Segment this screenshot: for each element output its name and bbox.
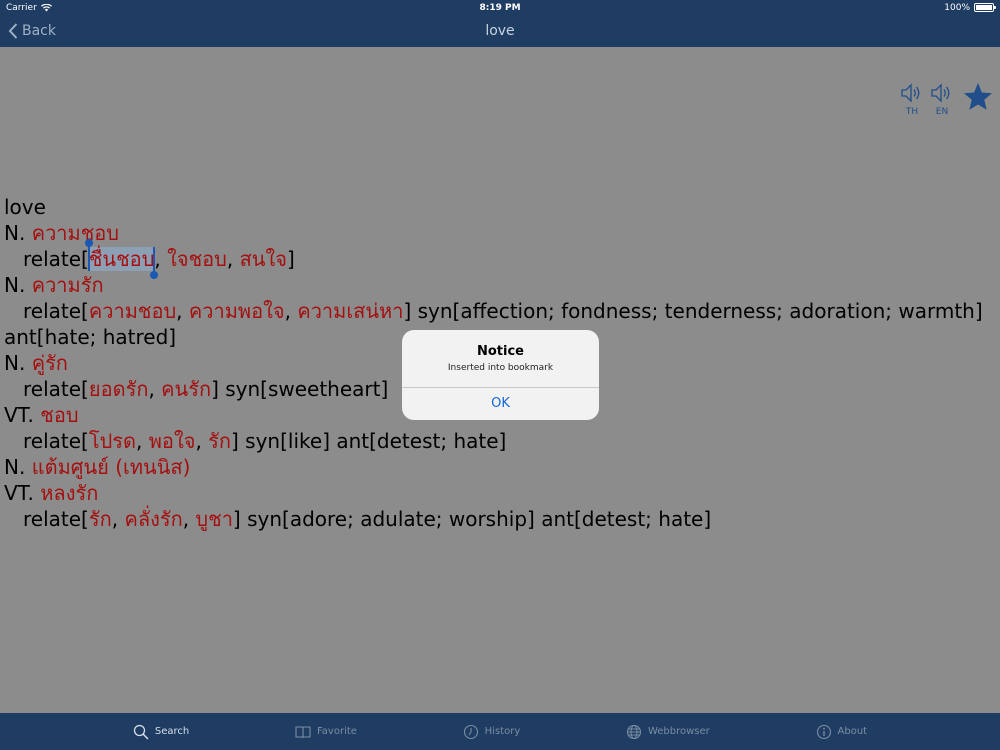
separator: , bbox=[111, 507, 125, 531]
audio-controls: TH EN bbox=[900, 81, 994, 117]
relate-label: relate[ bbox=[23, 299, 89, 323]
chevron-left-icon bbox=[8, 23, 18, 39]
pos-label: N. bbox=[4, 455, 26, 479]
thai-related-word: ความเสน่หา bbox=[297, 299, 404, 323]
separator: , bbox=[148, 377, 162, 401]
alert-title: Notice bbox=[476, 344, 524, 359]
tab-webbrowser[interactable]: Webbrowser bbox=[626, 724, 710, 740]
selection-end-handle[interactable] bbox=[150, 247, 159, 279]
tab-history[interactable]: History bbox=[463, 724, 521, 740]
info-icon bbox=[816, 724, 831, 739]
thai-translation: แต้มศูนย์ (เทนนิส) bbox=[31, 455, 191, 479]
tab-about[interactable]: About bbox=[816, 724, 868, 740]
page-title: love bbox=[485, 23, 515, 39]
tab-label: Webbrowser bbox=[647, 726, 710, 737]
synonyms: ] syn[affection; fondness; tenderness; a… bbox=[403, 299, 983, 323]
selected-text[interactable]: ชื่นชอบ bbox=[84, 239, 159, 279]
selected-word: ชื่นชอบ bbox=[88, 247, 155, 271]
thai-related-word: พอใจ bbox=[148, 429, 196, 453]
star-icon[interactable] bbox=[962, 81, 994, 113]
thai-related-word: ความพอใจ bbox=[188, 299, 285, 323]
thai-related-word: คนรัก bbox=[161, 377, 212, 401]
ok-button[interactable]: OK bbox=[402, 388, 599, 420]
navigation-bar: Back love bbox=[0, 15, 1000, 47]
separator: , bbox=[226, 247, 240, 271]
pos-label: N. bbox=[4, 351, 26, 375]
thai-related-word: รัก bbox=[88, 507, 112, 531]
synonyms: ] syn[sweetheart] bbox=[211, 377, 389, 401]
selection-start-handle[interactable] bbox=[84, 239, 93, 271]
pos-label: VT. bbox=[4, 481, 34, 505]
synonyms: ] syn[like] ant[detest; hate] bbox=[231, 429, 507, 453]
pos-label: VT. bbox=[4, 403, 34, 427]
tab-label: History bbox=[484, 726, 521, 737]
thai-translation: ความรัก bbox=[31, 273, 104, 297]
search-icon bbox=[133, 724, 149, 740]
carrier-group: Carrier bbox=[6, 3, 944, 13]
relate-label: relate[ bbox=[23, 507, 89, 531]
battery-percent: 100% bbox=[944, 2, 970, 13]
thai-translation: หลงรัก bbox=[40, 481, 99, 505]
notice-alert: Notice Inserted into bookmark OK bbox=[402, 330, 599, 420]
carrier-label: Carrier bbox=[6, 2, 37, 13]
headword: love bbox=[4, 195, 46, 219]
thai-related-word: สนใจ bbox=[239, 247, 287, 271]
thai-translation: คู่รัก bbox=[31, 351, 68, 375]
speaker-icon bbox=[931, 83, 950, 103]
back-label: Back bbox=[22, 23, 56, 39]
battery-icon bbox=[974, 3, 996, 12]
speak-english-button[interactable]: EN bbox=[930, 81, 954, 117]
separator: , bbox=[154, 247, 168, 271]
relate-close: ] bbox=[286, 247, 295, 271]
speak-english-label: EN bbox=[935, 107, 949, 117]
relate-line: relate[ความชอบ, ความพอใจ, ความเสน่หา] sy… bbox=[4, 298, 994, 324]
separator: , bbox=[182, 507, 196, 531]
tab-label: About bbox=[837, 726, 868, 737]
wifi-icon bbox=[40, 3, 52, 11]
globe-icon bbox=[626, 724, 642, 739]
speaker-icon bbox=[901, 83, 920, 103]
tab-label: Search bbox=[154, 726, 190, 737]
tab-favorite[interactable]: Favorite bbox=[295, 724, 357, 740]
thai-related-word: คลั่งรัก bbox=[124, 507, 183, 531]
speak-thai-label: TH bbox=[905, 107, 919, 117]
battery-group: 100% bbox=[944, 2, 996, 13]
pos-label: N. bbox=[4, 221, 26, 245]
sense-line: N. แต้มศูนย์ (เทนนิส) bbox=[4, 454, 994, 480]
relate-line: relate[โปรด, พอใจ, รัก] syn[like] ant[de… bbox=[4, 428, 994, 454]
pos-label: N. bbox=[4, 273, 26, 297]
thai-related-word: โปรด bbox=[88, 429, 137, 453]
thai-related-word: ยอดรัก bbox=[88, 377, 149, 401]
relate-line: relate[รัก, คลั่งรัก, บูชา] syn[adore; a… bbox=[4, 506, 994, 532]
relate-label: relate[ bbox=[23, 429, 89, 453]
relate-line: relate[ชื่นชอบ, ใจชอบ, สนใจ] bbox=[4, 239, 994, 279]
separator: , bbox=[176, 299, 189, 323]
synonyms: ] syn[adore; adulate; worship] ant[detes… bbox=[232, 507, 712, 531]
separator: , bbox=[195, 429, 209, 453]
thai-related-word: ใจชอบ bbox=[167, 247, 227, 271]
thai-translation: ชอบ bbox=[40, 403, 79, 427]
thai-related-word: รัก bbox=[208, 429, 232, 453]
clock-icon bbox=[463, 724, 478, 739]
separator: , bbox=[136, 429, 149, 453]
alert-message: Inserted into bookmark bbox=[447, 363, 554, 373]
tab-label: Favorite bbox=[316, 726, 357, 737]
thai-related-word: ความชอบ bbox=[88, 299, 177, 323]
book-icon bbox=[295, 725, 311, 738]
sense-line: N. ความชอบ bbox=[4, 220, 994, 246]
separator: , bbox=[284, 299, 298, 323]
relate-label: relate[ bbox=[23, 377, 89, 401]
thai-related-word: บูชา bbox=[195, 507, 233, 531]
status-bar: Carrier 8:19 PM 100% bbox=[0, 0, 1000, 15]
tab-search[interactable]: Search bbox=[133, 724, 189, 740]
tab-bar: Search Favorite History Webbrowser About bbox=[0, 713, 1000, 750]
thai-translation: ความชอบ bbox=[31, 221, 119, 245]
relate-label: relate[ bbox=[23, 247, 89, 271]
sense-line: VT. หลงรัก bbox=[4, 480, 994, 506]
speak-thai-button[interactable]: TH bbox=[900, 81, 924, 117]
back-button[interactable]: Back bbox=[8, 15, 56, 47]
